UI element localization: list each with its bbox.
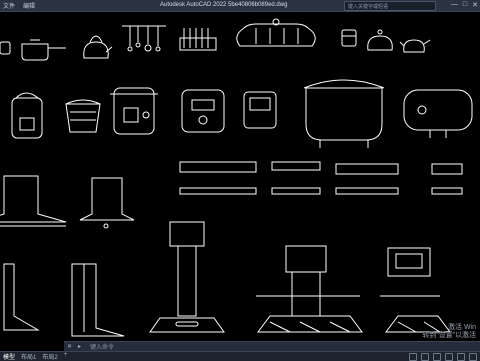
pressure-cooker-icon	[181, 89, 225, 133]
hood-front-2-icon	[256, 245, 363, 333]
cooktop-2-icon	[271, 161, 321, 195]
water-heater-icon	[403, 89, 473, 138]
wall-shelf-icon	[236, 18, 316, 47]
hood-front-1-icon	[149, 221, 225, 333]
search-box[interactable]: 键入关键字或短语	[344, 1, 436, 11]
range-hood-2-icon	[79, 177, 135, 229]
command-line: ✕ ▸ 键入命令	[64, 341, 480, 351]
hood-front-3-icon	[380, 247, 451, 333]
rice-cooker-small-icon	[11, 92, 43, 139]
activation-watermark: 激活 Win 转到“设置”以激活	[422, 324, 476, 340]
cooktop-1-icon	[179, 161, 257, 195]
cup-icon	[341, 29, 357, 47]
watermark-line-2: 转到“设置”以激活	[422, 332, 476, 339]
rice-cooker-icon	[110, 87, 158, 135]
close-button[interactable]: ✕	[472, 1, 478, 9]
hood-side-1-icon	[3, 263, 40, 331]
command-prompt-icon: ▸	[78, 344, 82, 350]
window-controls: — □ ✕	[451, 1, 478, 9]
cad-drawing	[0, 18, 473, 337]
drawing-canvas[interactable]: 激活 Win 转到“设置”以激活	[0, 12, 480, 342]
minimize-button[interactable]: —	[451, 1, 458, 9]
range-hood-1-icon	[0, 175, 67, 227]
window-title: Autodesk AutoCAD 2022 5be40806b089ed.dwg	[160, 2, 288, 8]
cooktop-4-icon	[431, 163, 463, 195]
watermark-line-1: 激活 Win	[448, 324, 476, 331]
menu-edit[interactable]: 编辑	[23, 1, 35, 10]
pan-icon	[0, 41, 11, 55]
electric-cooker-icon	[243, 91, 277, 129]
command-input[interactable]: 键入命令	[84, 342, 114, 351]
cooktop-3-icon	[335, 163, 399, 195]
large-cooker-icon	[303, 79, 385, 148]
small-teapot-icon	[399, 39, 431, 53]
command-close-button[interactable]: ✕	[64, 343, 75, 350]
menu-bar: 文件 编辑	[0, 1, 35, 10]
search-input[interactable]: 键入关键字或短语	[345, 3, 388, 10]
utensil-rack-icon	[122, 25, 166, 52]
maximize-button[interactable]: □	[463, 1, 467, 9]
teapot-icon	[367, 29, 393, 51]
kettle-icon	[83, 35, 113, 59]
menu-file[interactable]: 文件	[3, 1, 15, 10]
dish-rack-icon	[179, 28, 217, 51]
steamer-basket-icon	[65, 99, 101, 133]
saucepan-icon	[21, 39, 66, 61]
hood-side-2-icon	[71, 263, 125, 337]
title-bar: 文件 编辑 Autodesk AutoCAD 2022 5be40806b089…	[0, 0, 480, 12]
